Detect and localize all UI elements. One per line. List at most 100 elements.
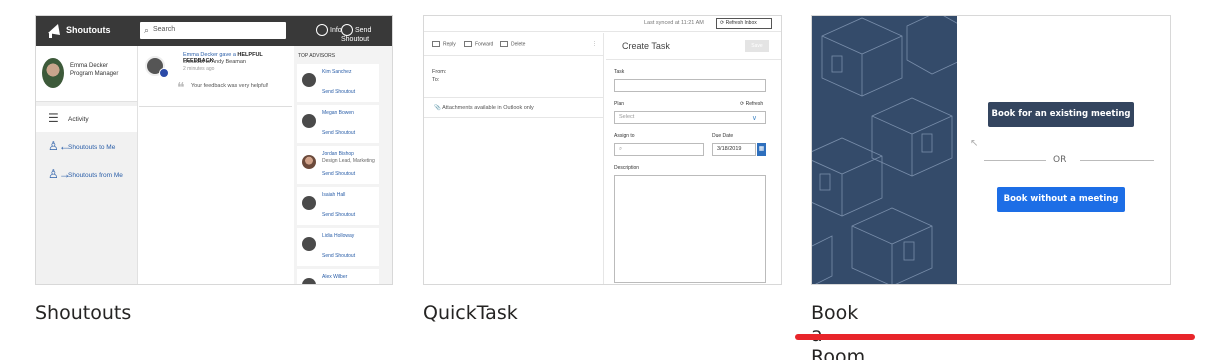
divider [1080, 160, 1154, 161]
search-icon: ⌕ [619, 146, 623, 152]
advisor-card[interactable]: Isaiah Hall Send Shoutout [297, 187, 379, 225]
book-existing-meeting-button[interactable]: Book for an existing meeting [988, 102, 1134, 127]
card-title[interactable]: Shoutouts [35, 302, 131, 324]
avatar [302, 155, 316, 169]
assign-label: Assign to [614, 133, 635, 139]
activity-feed: Emma Decker gave a HELPFUL FEEDBACK shou… [139, 46, 292, 284]
send-shoutout-link[interactable]: Send Shoutout [322, 171, 355, 177]
sidebar-item-shoutouts-to-me[interactable]: ♙← Shoutouts to Me [36, 134, 137, 160]
more-icon[interactable]: ⋮ [592, 41, 597, 47]
info-icon [316, 24, 328, 36]
search-icon: ⌕ [144, 25, 150, 35]
divider [424, 117, 603, 118]
advisor-card[interactable]: Alex Wilber [297, 269, 379, 284]
shoutouts-search-input[interactable]: ⌕ Search [140, 22, 286, 39]
from-label: From: [432, 69, 447, 75]
info-button[interactable]: Info [316, 24, 342, 36]
advisor-name[interactable]: Jordan Bishop [322, 151, 354, 157]
create-task-form: Create Task Save Task Plan ⟳ Refresh Sel… [606, 33, 781, 284]
badge-icon [159, 68, 169, 78]
calendar-icon[interactable]: ▦ [757, 143, 766, 156]
send-shoutout-link[interactable]: Send Shoutout [322, 130, 355, 136]
list-icon: ☰ [48, 111, 59, 125]
task-label: Task [614, 69, 625, 75]
plan-label: Plan [614, 101, 625, 107]
forward-button[interactable]: Forward [464, 41, 493, 47]
avatar [302, 196, 316, 210]
advisor-name[interactable]: Megan Bowen [322, 110, 354, 116]
divider [139, 106, 292, 107]
avatar [302, 114, 316, 128]
divider [606, 59, 781, 60]
top-advisors-header: TOP ADVISORS [298, 53, 336, 59]
user-role: Program Manager [70, 71, 119, 77]
sidebar-item-activity[interactable]: ☰ Activity [36, 106, 137, 132]
avatar [42, 58, 64, 88]
avatar [302, 278, 316, 284]
shoutouts-header: Shoutouts ⌕ Search Info Send Shoutout [36, 16, 392, 46]
advisor-name[interactable]: Kim Sanchez [322, 69, 351, 75]
send-shoutout-link[interactable]: Send Shoutout [322, 253, 355, 259]
send-shoutout-button[interactable]: Send Shoutout [341, 24, 392, 43]
selected-tab-underline [795, 334, 1195, 340]
sidebar-item-shoutouts-from-me[interactable]: ♙→ Shoutouts from Me [36, 162, 137, 188]
advisor-card[interactable]: Lidia Holloway Send Shoutout [297, 228, 379, 266]
or-label: OR [1053, 155, 1067, 165]
search-placeholder: Search [153, 26, 176, 33]
isometric-pattern-panel [812, 16, 963, 284]
send-shoutout-link[interactable]: Send Shoutout [322, 89, 355, 95]
task-input[interactable] [614, 79, 766, 92]
card-title[interactable]: Book a Room [811, 302, 865, 360]
form-title: Create Task [622, 41, 670, 51]
advisor-card[interactable]: Megan Bowen Send Shoutout [297, 105, 379, 143]
post-quote: Your feedback was very helpful! [191, 83, 269, 89]
advisor-card[interactable]: Jordan Bishop Design Lead, Marketing Send … [297, 146, 379, 184]
to-label: To: [432, 77, 440, 83]
card-title[interactable]: QuickTask [423, 302, 518, 324]
book-without-meeting-button[interactable]: Book without a meeting [997, 187, 1125, 212]
quicktask-topbar: Last synced at 11:21 AM ⟳ Refresh Inbox [424, 16, 781, 32]
forward-icon [464, 41, 472, 47]
delete-button[interactable]: Delete [500, 41, 525, 47]
post-recipient-line: shoutout to Andy Beaman [183, 59, 246, 65]
user-name: Emma Decker [70, 63, 109, 69]
reply-icon [432, 41, 440, 47]
paperclip-icon: 📎 [434, 105, 441, 111]
quote-icon: ❝ [177, 79, 185, 95]
last-synced-text: Last synced at 11:21 AM [644, 20, 704, 26]
advisor-role: Design Lead, Marketing [322, 158, 375, 164]
assign-input[interactable]: ⌕ [614, 143, 704, 156]
post-timestamp: 2 minutes ago [183, 66, 215, 72]
email-pane: Reply Forward Delete ⋮ From: To: 📎 Attac… [424, 33, 604, 284]
plus-circle-icon [341, 24, 353, 36]
description-label: Description [614, 165, 640, 171]
divider [424, 97, 603, 98]
refresh-icon: ⟳ [740, 101, 745, 107]
chevron-down-icon: ∨ [751, 115, 757, 122]
advisor-name[interactable]: Lidia Holloway [322, 233, 354, 239]
refresh-inbox-button[interactable]: ⟳ Refresh Inbox [716, 18, 772, 29]
user-profile: Emma Decker Program Manager [36, 46, 137, 102]
delete-icon [500, 41, 508, 47]
avatar [302, 73, 316, 87]
megaphone-icon [48, 24, 60, 38]
book-a-room-thumbnail[interactable]: ↖ Book for an existing meeting OR Book w… [811, 15, 1171, 285]
advisor-name[interactable]: Alex Wilber [322, 274, 347, 280]
save-button[interactable]: Save [745, 40, 769, 52]
due-date-label: Due Date [712, 133, 734, 139]
description-input[interactable] [614, 175, 766, 283]
advisor-card[interactable]: Kim Sanchez Send Shoutout [297, 64, 379, 102]
quicktask-thumbnail[interactable]: Last synced at 11:21 AM ⟳ Refresh Inbox … [423, 15, 782, 285]
plan-refresh-button[interactable]: ⟳ Refresh [740, 101, 763, 107]
advisor-name[interactable]: Isaiah Hall [322, 192, 345, 198]
attachments-note: 📎 Attachments available in Outlook only [434, 105, 534, 111]
cursor-icon: ↖ [970, 138, 979, 149]
top-advisors-panel: TOP ADVISORS Kim Sanchez Send Shoutout Meg… [294, 46, 392, 284]
plan-select[interactable]: Select ∨ [614, 111, 766, 124]
due-date-input[interactable]: 3/18/2019 [712, 143, 756, 156]
shoutouts-sidebar: Emma Decker Program Manager ☰ Activity ♙… [36, 46, 138, 284]
send-shoutout-link[interactable]: Send Shoutout [322, 212, 355, 218]
reply-button[interactable]: Reply [432, 41, 456, 47]
shoutouts-thumbnail[interactable]: Shoutouts ⌕ Search Info Send Shoutout Em… [35, 15, 393, 285]
shoutouts-app-title: Shoutouts [66, 25, 111, 35]
